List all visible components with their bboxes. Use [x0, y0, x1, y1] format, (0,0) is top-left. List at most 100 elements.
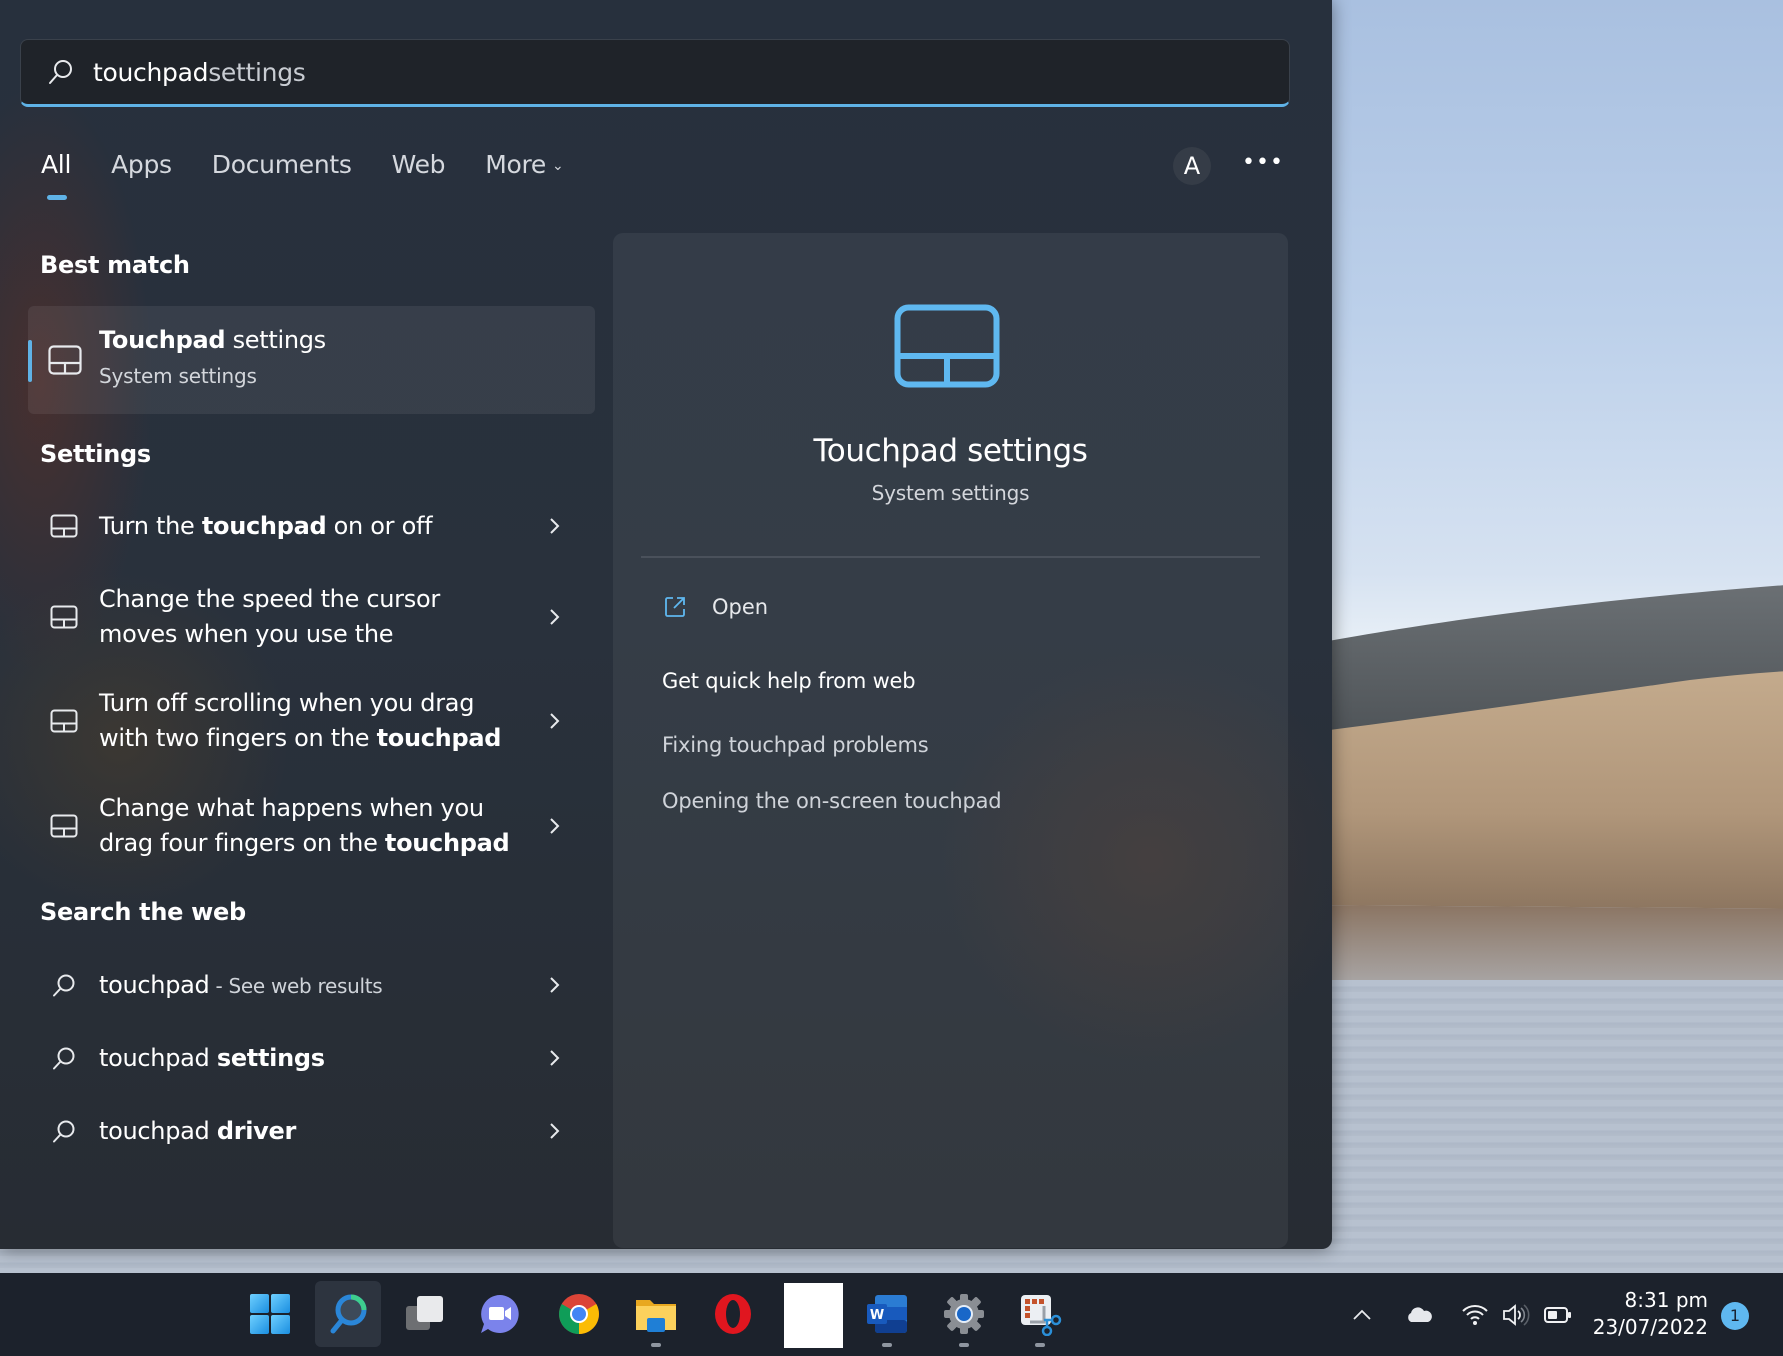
tab-all-label: All	[41, 150, 72, 179]
tab-apps[interactable]: Apps	[111, 150, 172, 190]
touchpad-icon	[50, 605, 78, 629]
chevron-right-icon	[550, 609, 560, 625]
suggestion-query: touchpad	[99, 1043, 217, 1072]
account-avatar[interactable]: A	[1173, 147, 1211, 185]
running-indicator	[959, 1343, 969, 1347]
search-icon	[53, 1047, 75, 1070]
highlighted-term: touchpad	[384, 829, 510, 857]
web-search-suggestion[interactable]: touchpad - See web results	[28, 968, 595, 1003]
tab-apps-label: Apps	[111, 150, 172, 179]
task-view-icon	[406, 1296, 443, 1330]
folder-icon	[636, 1300, 676, 1332]
result-text-part: drag four fingers on the	[99, 829, 385, 857]
suggestion-completion: driver	[216, 1116, 297, 1145]
settings-result-item[interactable]: Change what happens when you drag four fi…	[28, 791, 595, 861]
search-query-text: touchpad	[93, 57, 209, 87]
running-indicator	[651, 1343, 661, 1347]
tab-all[interactable]: All	[41, 150, 72, 200]
tab-web[interactable]: Web	[392, 150, 446, 190]
ellipsis-icon[interactable]: •••	[1242, 148, 1283, 182]
result-text-part: on or off	[326, 511, 433, 540]
tab-web-label: Web	[391, 150, 446, 179]
tab-more-label: More	[485, 150, 546, 179]
touchpad-icon	[50, 814, 78, 838]
clock-date: 23/07/2022	[1592, 1315, 1708, 1339]
quick-help-heading: Get quick help from web	[662, 669, 916, 693]
settings-result-item[interactable]: Change the speed the cursor moves when yo…	[28, 582, 595, 652]
touchpad-icon	[50, 514, 78, 538]
chevron-right-icon	[550, 713, 560, 729]
settings-gear-icon	[944, 1294, 984, 1334]
chevron-right-icon	[550, 977, 560, 993]
battery-icon[interactable]	[1543, 1300, 1573, 1330]
chevron-right-icon	[550, 1123, 560, 1139]
wifi-icon[interactable]	[1460, 1300, 1490, 1330]
start-button[interactable]	[237, 1281, 303, 1347]
teams-chat-icon	[481, 1295, 519, 1333]
settings-result-text: Turn off scrolling when you drag with two…	[99, 686, 501, 756]
running-indicator	[882, 1343, 892, 1347]
file-explorer-button[interactable]	[623, 1281, 689, 1347]
result-preview-pane: Touchpad settings System settings Open G…	[613, 233, 1288, 1248]
best-match-title-bold: Touchpad	[99, 326, 226, 354]
web-search-suggestion[interactable]: touchpad driver	[28, 1114, 595, 1149]
search-input[interactable]: touchpad settings	[20, 39, 1290, 107]
web-suggestion-text: touchpad - See web results	[99, 968, 383, 1004]
onedrive-cloud-icon[interactable]	[1404, 1300, 1434, 1330]
chevron-down-icon: ⌄	[552, 158, 564, 174]
snipping-tool-icon	[1021, 1295, 1062, 1336]
highlighted-term: touchpad	[376, 724, 502, 752]
search-app-icon	[330, 1294, 367, 1334]
open-button[interactable]: Open	[663, 595, 768, 619]
running-indicator	[1035, 1343, 1045, 1347]
preview-subtitle: System settings	[871, 481, 1030, 505]
suggestion-completion: settings	[216, 1043, 325, 1072]
chevron-right-icon	[550, 818, 560, 834]
chrome-button[interactable]	[546, 1281, 612, 1347]
settings-result-text: Turn the touchpad on or off	[99, 509, 433, 544]
web-search-suggestion[interactable]: touchpad settings	[28, 1041, 595, 1076]
tab-more[interactable]: More ⌄	[485, 150, 564, 190]
search-flyout: touchpad settings All Apps Documents Web…	[0, 0, 1332, 1249]
search-icon	[53, 1120, 75, 1143]
snipping-tool-button[interactable]	[1007, 1281, 1073, 1347]
notification-badge[interactable]: 1	[1721, 1302, 1749, 1330]
taskbar-search-button[interactable]	[315, 1281, 381, 1347]
result-text-part: Turn off scrolling when you drag	[99, 689, 475, 717]
search-autocomplete-suggestion: settings	[208, 57, 306, 87]
result-text-part: with two fingers on the	[99, 724, 377, 752]
chevron-up-icon[interactable]	[1347, 1300, 1377, 1330]
teams-chat-button[interactable]	[467, 1281, 533, 1347]
settings-heading: Settings	[40, 440, 151, 468]
best-match-result[interactable]: Touchpad settings System settings	[28, 306, 595, 414]
settings-app-button[interactable]	[931, 1281, 997, 1347]
highlighted-term: touchpad	[201, 511, 327, 540]
opera-icon	[715, 1294, 751, 1334]
word-button[interactable]: W	[854, 1281, 920, 1347]
system-clock[interactable]: 8:31 pm 23/07/2022	[1593, 1287, 1708, 1341]
best-match-title-rest: settings	[225, 326, 327, 354]
suggestion-query: touchpad	[99, 970, 210, 999]
settings-result-item[interactable]: Turn the touchpad on or off	[28, 509, 595, 544]
help-link-fixing-touchpad[interactable]: Fixing touchpad problems	[662, 733, 929, 757]
touchpad-icon	[50, 709, 78, 733]
task-view-button[interactable]	[392, 1281, 458, 1347]
suggestion-query: touchpad	[99, 1116, 217, 1145]
search-web-heading: Search the web	[40, 898, 246, 926]
blank-app-icon[interactable]	[784, 1283, 843, 1348]
opera-button[interactable]	[700, 1281, 766, 1347]
tab-documents[interactable]: Documents	[212, 150, 352, 190]
help-link-onscreen-touchpad[interactable]: Opening the on-screen touchpad	[662, 789, 1002, 813]
selection-accent-bar	[28, 340, 32, 382]
svg-text:W: W	[870, 1308, 884, 1323]
clock-time: 8:31 pm	[1624, 1288, 1708, 1312]
settings-result-item[interactable]: Turn off scrolling when you drag with two…	[28, 686, 595, 756]
chevron-right-icon	[550, 518, 560, 534]
open-external-icon	[665, 597, 685, 617]
best-match-heading: Best match	[40, 251, 190, 279]
settings-result-text: Change the speed the cursor moves when yo…	[99, 582, 440, 652]
web-suggestion-text: touchpad settings	[99, 1041, 325, 1076]
chrome-icon	[559, 1294, 599, 1334]
volume-icon[interactable]	[1500, 1300, 1530, 1330]
chevron-right-icon	[550, 1050, 560, 1066]
